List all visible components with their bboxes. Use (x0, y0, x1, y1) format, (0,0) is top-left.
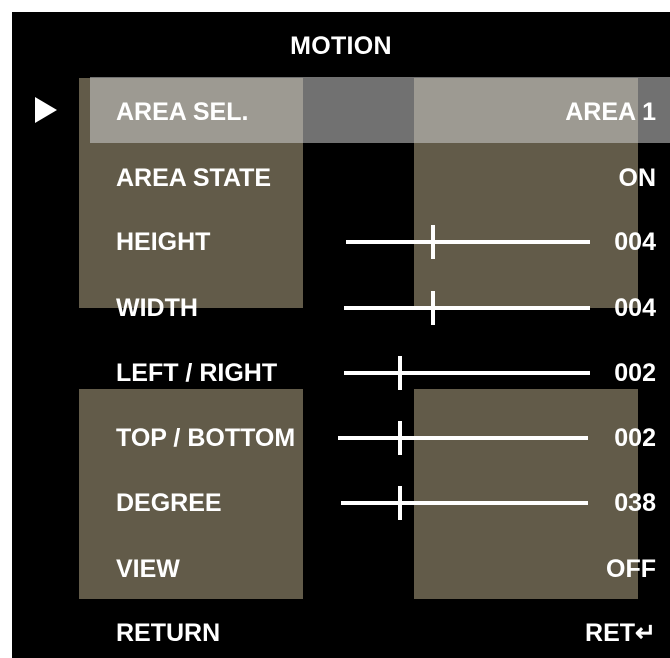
degree-slider-thumb[interactable] (398, 486, 402, 520)
row-value: OFF (606, 555, 656, 583)
menu-row-view[interactable]: VIEW OFF (12, 549, 670, 589)
menu-title: MOTION (290, 32, 392, 60)
row-value: AREA 1 (565, 98, 656, 126)
row-label: DEGREE (116, 489, 222, 517)
return-label: RETURN (116, 619, 221, 647)
left-right-slider[interactable] (344, 371, 590, 375)
row-label: WIDTH (116, 294, 198, 322)
height-slider-thumb[interactable] (431, 225, 435, 259)
menu-row-width[interactable]: WIDTH 004 (12, 288, 670, 328)
menu-row-degree[interactable]: DEGREE 038 (12, 483, 670, 523)
height-slider[interactable] (346, 240, 590, 244)
row-label: HEIGHT (116, 228, 211, 256)
menu-row-top-bottom[interactable]: TOP / BOTTOM 002 (12, 418, 670, 458)
row-label: VIEW (116, 555, 180, 583)
row-value: ON (618, 164, 657, 192)
menu-row-area-sel[interactable]: AREA SEL. AREA 1 (12, 92, 670, 132)
top-bottom-slider-thumb[interactable] (398, 421, 402, 455)
row-label: AREA SEL. (116, 98, 249, 126)
menu-row-left-right[interactable]: LEFT / RIGHT 002 (12, 353, 670, 393)
row-value: 002 (614, 424, 656, 452)
row-value: 004 (614, 228, 656, 256)
row-label: TOP / BOTTOM (116, 424, 296, 452)
left-right-slider-thumb[interactable] (398, 356, 402, 390)
top-bottom-slider[interactable] (338, 436, 588, 440)
row-value: 038 (614, 489, 656, 517)
osd-menu: MOTION AREA SEL. AREA 1 AREA STATE ON HE… (12, 12, 670, 658)
row-label: LEFT / RIGHT (116, 359, 278, 387)
width-slider[interactable] (344, 306, 590, 310)
width-slider-thumb[interactable] (431, 291, 435, 325)
degree-slider[interactable] (341, 501, 588, 505)
menu-row-area-state[interactable]: AREA STATE ON (12, 158, 670, 198)
menu-row-return[interactable]: RETURN RET↵ (12, 613, 670, 653)
row-label: AREA STATE (116, 164, 272, 192)
menu-row-height[interactable]: HEIGHT 004 (12, 222, 670, 262)
return-value: RET↵ (585, 619, 656, 647)
row-value: 002 (614, 359, 656, 387)
row-value: 004 (614, 294, 656, 322)
